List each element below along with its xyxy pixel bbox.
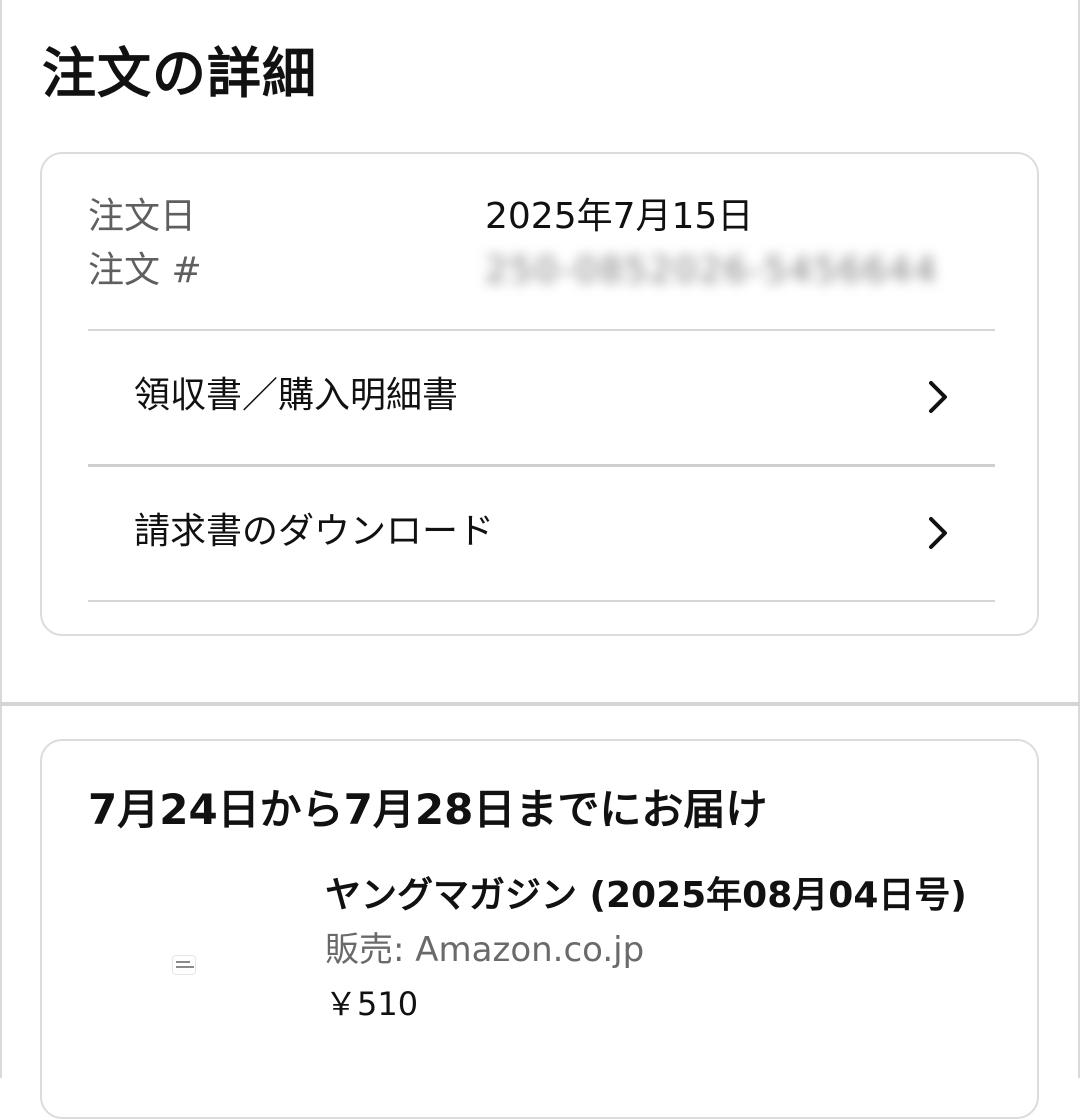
product-thumbnail[interactable] bbox=[172, 955, 196, 975]
delivery-card: 7月24日から7月28日までにお届け ヤングマガジン (2025年08月04日号… bbox=[40, 739, 1039, 1119]
product-seller: 販売: Amazon.co.jp bbox=[325, 930, 645, 970]
product-name[interactable]: ヤングマガジン (2025年08月04日号) bbox=[325, 871, 967, 921]
product-price: ￥510 bbox=[325, 985, 419, 1023]
chevron-right-icon bbox=[929, 381, 947, 413]
order-date-value: 2025年7月15日 bbox=[485, 196, 754, 237]
section-separator bbox=[0, 702, 1080, 706]
frame-border-left bbox=[0, 0, 2, 1078]
page-title: 注文の詳細 bbox=[42, 42, 317, 105]
receipt-link-label: 領収書／購入明細書 bbox=[134, 375, 459, 416]
chevron-right-icon bbox=[929, 517, 947, 549]
invoice-download-link[interactable]: 請求書のダウンロード bbox=[88, 467, 995, 600]
order-details-card: 注文日 2025年7月15日 注文 # 250-0852026-5456644 … bbox=[40, 152, 1039, 636]
divider bbox=[88, 600, 995, 602]
order-number-value: 250-0852026-5456644 bbox=[485, 250, 939, 291]
delivery-title: 7月24日から7月28日までにお届け bbox=[88, 785, 768, 834]
order-date-label: 注文日 bbox=[88, 196, 197, 237]
invoice-download-label: 請求書のダウンロード bbox=[134, 511, 495, 552]
receipt-link[interactable]: 領収書／購入明細書 bbox=[88, 331, 995, 464]
order-number-label: 注文 # bbox=[88, 250, 202, 291]
